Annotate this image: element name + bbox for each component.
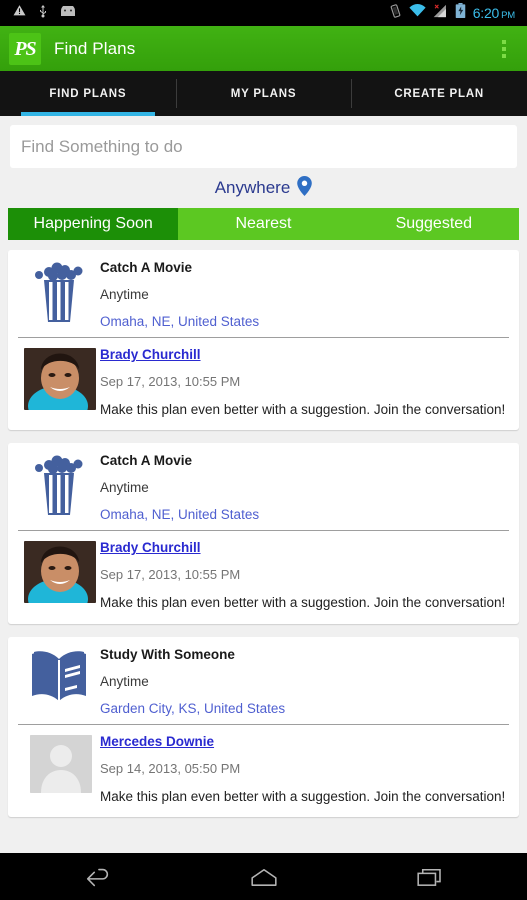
plans-feed-list[interactable]: Catch A Movie Anytime Omaha, NE, United … xyxy=(0,240,527,847)
location-selector[interactable]: Anywhere xyxy=(0,168,527,208)
filter-suggested-label: Suggested xyxy=(395,215,473,232)
avatar[interactable] xyxy=(30,734,92,793)
comment-author[interactable]: Brady Churchill xyxy=(100,347,201,362)
filter-nearest[interactable]: Nearest xyxy=(178,208,349,240)
comment-author[interactable]: Mercedes Downie xyxy=(100,734,214,749)
vibrate-icon xyxy=(389,3,402,23)
plan-location[interactable]: Garden City, KS, United States xyxy=(100,701,509,716)
comment-text: Make this plan even better with a sugges… xyxy=(100,595,506,611)
sort-filter-group: Happening Soon Nearest Suggested xyxy=(8,208,519,240)
plan-time: Anytime xyxy=(100,673,149,689)
clock-time: 6:20 xyxy=(472,5,500,21)
plan-header: Study With Someone Anytime Garden City, … xyxy=(8,637,519,724)
main-tab-bar: FIND PLANS MY PLANS CREATE PLAN xyxy=(0,71,527,116)
plan-details: Study With Someone Anytime Garden City, … xyxy=(100,645,509,718)
tab-create-plan-label: CREATE PLAN xyxy=(394,87,485,100)
filter-happening-soon-label: Happening Soon xyxy=(33,215,153,232)
filter-happening-soon[interactable]: Happening Soon xyxy=(8,208,179,240)
battery-charging-icon xyxy=(455,3,466,23)
status-bar-left-icons xyxy=(8,4,76,23)
tab-my-plans[interactable]: MY PLANS xyxy=(175,71,352,116)
search-input[interactable] xyxy=(10,125,517,168)
comment-text: Make this plan even better with a sugges… xyxy=(100,788,506,804)
comment-author[interactable]: Brady Churchill xyxy=(100,540,201,555)
filter-nearest-label: Nearest xyxy=(235,215,292,232)
page-title: Find Plans xyxy=(54,38,136,58)
plan-title: Study With Someone xyxy=(100,646,235,662)
map-pin-icon xyxy=(297,175,313,201)
warning-triangle-icon xyxy=(13,4,26,22)
tab-find-plans-label: FIND PLANS xyxy=(49,87,127,100)
cellular-signal-icon xyxy=(433,3,448,23)
plan-header: Catch A Movie Anytime Omaha, NE, United … xyxy=(8,443,519,530)
plan-card[interactable]: Study With Someone Anytime Garden City, … xyxy=(8,636,519,817)
search-section xyxy=(0,116,527,168)
plan-card[interactable]: Catch A Movie Anytime Omaha, NE, United … xyxy=(8,443,519,624)
popcorn-icon xyxy=(18,258,100,331)
avatar[interactable] xyxy=(24,348,96,410)
book-icon xyxy=(18,645,100,718)
comment-body: Brady Churchill Sep 17, 2013, 10:55 PM M… xyxy=(100,346,509,418)
android-robot-icon xyxy=(60,4,76,22)
status-bar-clock: 6:20 PM xyxy=(472,5,516,21)
plan-comment: Mercedes Downie Sep 14, 2013, 05:50 PM M… xyxy=(8,725,519,817)
tab-create-plan[interactable]: CREATE PLAN xyxy=(351,71,527,116)
comment-text: Make this plan even better with a sugges… xyxy=(100,402,506,417)
plan-location[interactable]: Omaha, NE, United States xyxy=(100,314,509,329)
comment-body: Brady Churchill Sep 17, 2013, 10:55 PM M… xyxy=(100,539,509,611)
plan-header: Catch A Movie Anytime Omaha, NE, United … xyxy=(8,250,519,337)
comment-timestamp: Sep 14, 2013, 05:50 PM xyxy=(100,760,241,776)
comment-timestamp: Sep 17, 2013, 10:55 PM xyxy=(100,374,241,389)
plan-comment: Brady Churchill Sep 17, 2013, 10:55 PM M… xyxy=(8,338,519,430)
overflow-menu-icon[interactable] xyxy=(481,26,527,71)
app-logo[interactable]: PS xyxy=(9,32,41,65)
plan-location[interactable]: Omaha, NE, United States xyxy=(100,507,509,522)
comment-timestamp: Sep 17, 2013, 10:55 PM xyxy=(100,567,241,583)
home-icon[interactable] xyxy=(237,857,291,897)
avatar[interactable] xyxy=(24,541,96,604)
comment-avatar-wrap xyxy=(18,733,100,805)
plan-title: Catch A Movie xyxy=(100,453,193,469)
usb-icon xyxy=(37,4,49,23)
clock-meridiem: PM xyxy=(501,10,515,21)
android-navigation-bar xyxy=(0,853,527,900)
comment-avatar-wrap xyxy=(18,346,100,418)
plan-time: Anytime xyxy=(100,287,149,302)
tab-my-plans-label: MY PLANS xyxy=(230,87,297,100)
status-bar-right-icons: 6:20 PM xyxy=(389,3,519,23)
plan-title: Catch A Movie xyxy=(100,260,193,275)
wifi-icon xyxy=(409,4,426,22)
app-action-bar: PS Find Plans xyxy=(0,26,527,71)
popcorn-icon xyxy=(18,451,100,524)
comment-body: Mercedes Downie Sep 14, 2013, 05:50 PM M… xyxy=(100,733,509,805)
back-icon[interactable] xyxy=(71,857,125,897)
filter-suggested[interactable]: Suggested xyxy=(348,208,519,240)
plan-details: Catch A Movie Anytime Omaha, NE, United … xyxy=(100,451,509,524)
plan-time: Anytime xyxy=(100,480,149,496)
plan-card[interactable]: Catch A Movie Anytime Omaha, NE, United … xyxy=(8,250,519,431)
comment-avatar-wrap xyxy=(18,539,100,611)
plan-details: Catch A Movie Anytime Omaha, NE, United … xyxy=(100,258,509,331)
android-status-bar: 6:20 PM xyxy=(0,0,527,26)
tab-find-plans[interactable]: FIND PLANS xyxy=(0,71,176,116)
plan-comment: Brady Churchill Sep 17, 2013, 10:55 PM M… xyxy=(8,531,519,623)
location-label: Anywhere xyxy=(214,178,291,197)
recent-apps-icon[interactable] xyxy=(403,857,457,897)
